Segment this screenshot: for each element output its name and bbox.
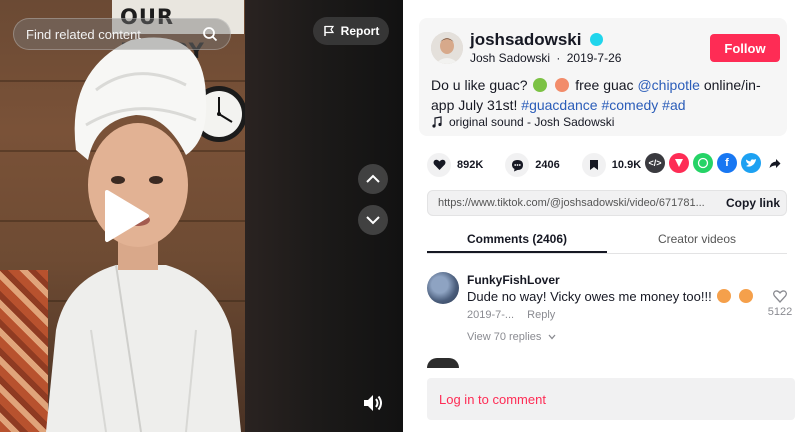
- desc-text-1: Do u like guac?: [431, 77, 528, 93]
- bookmark-icon: [581, 153, 606, 177]
- next-video-button[interactable]: [358, 205, 388, 235]
- video-player[interactable]: OUR HAPPY: [0, 0, 403, 432]
- search-input[interactable]: Find related content: [13, 18, 231, 50]
- comment-item: FunkyFishLover Dude no way! Vicky owes m…: [427, 270, 797, 350]
- view-replies-label: View 70 replies: [467, 331, 542, 343]
- tab-creator-videos[interactable]: Creator videos: [607, 224, 787, 253]
- comment-bubble-icon: [505, 153, 530, 177]
- volume-icon[interactable]: [360, 390, 386, 416]
- share-red-icon[interactable]: [669, 153, 689, 173]
- comment-body: Dude no way! Vicky owes me money too!!!: [467, 289, 712, 304]
- chevron-up-icon: [366, 174, 380, 183]
- author-subtitle: Josh Sadowski · 2019-7-26: [470, 51, 621, 65]
- like-button[interactable]: 892K: [427, 153, 483, 177]
- share-buttons: </> f: [645, 153, 785, 173]
- hashtag-link[interactable]: #ad: [662, 97, 685, 113]
- view-replies-button[interactable]: View 70 replies: [467, 331, 556, 343]
- video-frame[interactable]: OUR HAPPY: [0, 0, 245, 432]
- follow-button[interactable]: Follow: [710, 34, 780, 62]
- heart-icon: [427, 153, 451, 177]
- facebook-icon[interactable]: f: [717, 153, 737, 173]
- comment-like-count: 5122: [767, 306, 793, 318]
- hashtag-link[interactable]: #comedy: [601, 97, 658, 113]
- hashtag-link[interactable]: #guacdance: [521, 97, 597, 113]
- mention-link[interactable]: @chipotle: [637, 77, 699, 93]
- verified-badge-icon: [590, 33, 604, 46]
- save-button[interactable]: 10.9K: [581, 153, 642, 177]
- report-button[interactable]: Report: [313, 17, 389, 45]
- comment-meta: 2019-7-... Reply: [467, 309, 555, 321]
- post-date: 2019-7-26: [566, 51, 622, 65]
- chevron-down-icon: [366, 216, 380, 225]
- comment-date: 2019-7-...: [467, 309, 515, 321]
- report-label: Report: [340, 24, 380, 38]
- desc-text-2: free guac: [575, 77, 638, 93]
- search-icon[interactable]: [202, 26, 218, 42]
- page-root: OUR HAPPY: [0, 0, 800, 432]
- play-icon[interactable]: [99, 188, 151, 244]
- commenter-username[interactable]: FunkyFishLover: [467, 273, 560, 287]
- comment-button[interactable]: 2406: [505, 153, 560, 177]
- content-tabs: Comments (2406) Creator videos: [427, 224, 787, 254]
- music-label: original sound - Josh Sadowski: [449, 115, 615, 129]
- login-to-comment-button[interactable]: Log in to comment: [427, 378, 795, 420]
- author-card: joshsadowski Josh Sadowski · 2019-7-26 F…: [419, 18, 787, 136]
- avatar-image: [431, 32, 463, 64]
- flag-icon: [323, 25, 334, 36]
- separator-dot: ·: [556, 51, 561, 65]
- video-details-panel: joshsadowski Josh Sadowski · 2019-7-26 F…: [403, 0, 800, 432]
- video-url[interactable]: https://www.tiktok.com/@joshsadowski/vid…: [428, 197, 714, 209]
- comment-text: Dude no way! Vicky owes me money too!!!: [467, 289, 755, 304]
- twitter-icon[interactable]: [741, 153, 761, 173]
- music-link[interactable]: original sound - Josh Sadowski: [431, 115, 614, 129]
- music-note-icon: [432, 116, 442, 128]
- author-username-text: joshsadowski: [470, 30, 582, 49]
- embed-icon[interactable]: </>: [645, 153, 665, 173]
- previous-video-button[interactable]: [358, 164, 388, 194]
- chevron-down-icon: [548, 334, 556, 340]
- save-count: 10.9K: [611, 159, 642, 171]
- heart-outline-icon: [773, 290, 787, 303]
- avocado-emoji-icon: [533, 78, 548, 92]
- commenter-avatar[interactable]: [427, 272, 459, 304]
- tab-comments[interactable]: Comments (2406): [427, 224, 607, 253]
- tired-face-emoji-icon: [738, 289, 753, 303]
- whatsapp-icon[interactable]: [693, 153, 713, 173]
- like-count: 892K: [457, 159, 484, 171]
- video-description: Do u like guac? free guac @chipotle onli…: [431, 75, 777, 115]
- comment-count: 2406: [535, 159, 560, 171]
- author-display-name: Josh Sadowski: [470, 51, 551, 65]
- drooling-emoji-icon: [555, 78, 570, 92]
- tired-face-emoji-icon: [717, 289, 732, 303]
- author-username[interactable]: joshsadowski: [470, 30, 604, 50]
- video-link-box: https://www.tiktok.com/@joshsadowski/vid…: [427, 190, 787, 216]
- avatar[interactable]: [431, 32, 463, 64]
- engagement-stats: 892K 2406 10.9K: [427, 152, 663, 178]
- search-placeholder: Find related content: [26, 26, 141, 42]
- forward-icon[interactable]: [765, 153, 785, 173]
- comment-like-button[interactable]: 5122: [765, 290, 795, 318]
- copy-link-button[interactable]: Copy link: [714, 196, 780, 210]
- next-comment-avatar: [427, 358, 459, 368]
- reply-button[interactable]: Reply: [527, 309, 555, 321]
